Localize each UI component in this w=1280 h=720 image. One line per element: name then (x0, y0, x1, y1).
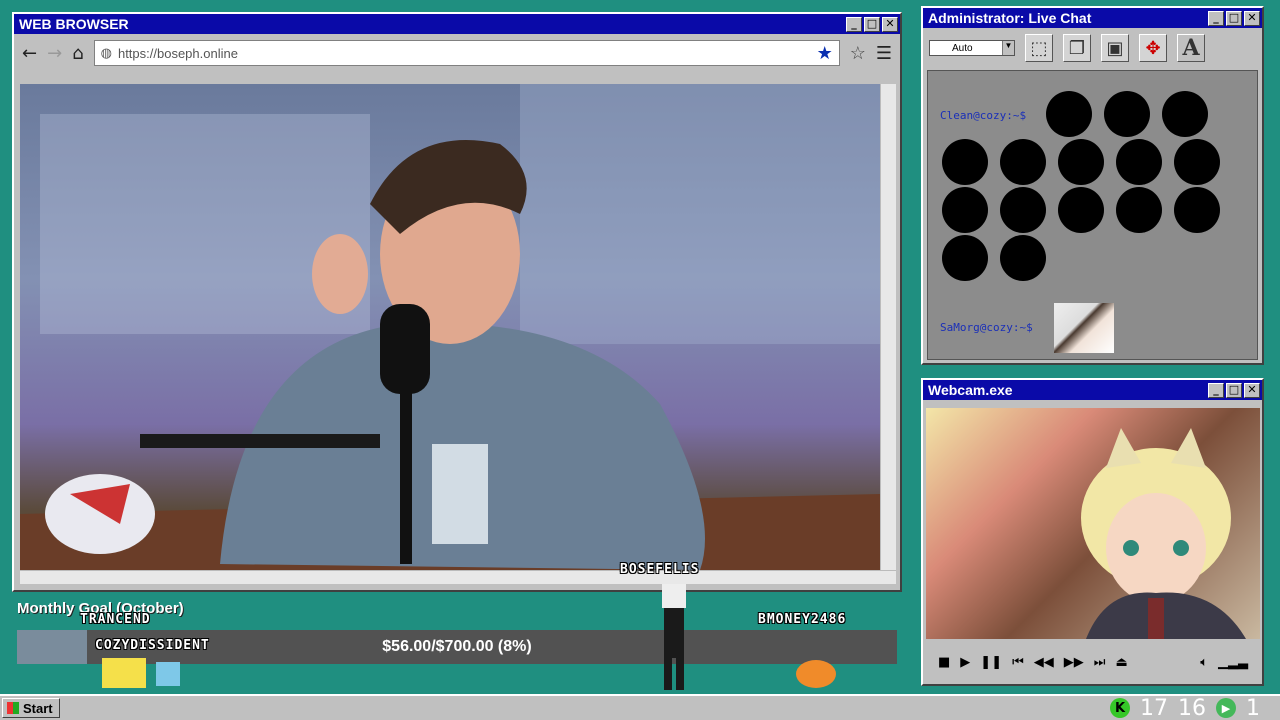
kick-icon: K (1110, 698, 1130, 718)
stop-icon[interactable]: ■ (938, 655, 950, 670)
url-bar[interactable]: ◍ https://boseph.online ★ (93, 40, 840, 66)
vtuber-avatar (1081, 428, 1246, 639)
play-icon: ▶ (1216, 698, 1236, 718)
favorite-icon[interactable]: ☆ (850, 43, 866, 64)
rewind-icon[interactable]: ◀◀ (1034, 655, 1054, 670)
chat-toolbar: Auto ▼ ⬚ ❐ ▣ ✥ A (923, 28, 1262, 68)
url-text: https://boseph.online (117, 45, 238, 61)
close-button[interactable]: ✕ (1244, 382, 1260, 398)
copy-icon[interactable]: ❐ (1063, 34, 1091, 62)
avatar (1000, 187, 1046, 233)
maximize-button[interactable]: □ (1226, 382, 1242, 398)
avatar (1116, 139, 1162, 185)
webcam-titlebar[interactable]: Webcam.exe _ □ ✕ (923, 380, 1262, 400)
video-frame (20, 84, 880, 570)
webcam-title: Webcam.exe (928, 382, 1013, 398)
auto-select-value: Auto (952, 42, 973, 54)
forward-icon[interactable]: → (47, 43, 62, 64)
chat-area: Clean@cozy:~$ SaMorg@cozy:~$ (927, 70, 1258, 360)
avatar (1058, 139, 1104, 185)
taskbar: Start K 17 16 ▶ 1 (0, 694, 1280, 720)
horizontal-scrollbar[interactable] (20, 570, 896, 584)
windows-logo-icon (7, 702, 19, 714)
video-viewport[interactable] (20, 84, 880, 570)
minimize-button[interactable]: _ (846, 16, 862, 32)
move-icon[interactable]: ✥ (1139, 34, 1167, 62)
browser-title: WEB BROWSER (19, 16, 129, 32)
ninja-sprite (662, 584, 686, 690)
avatar (942, 187, 988, 233)
paste-icon[interactable]: ▣ (1101, 34, 1129, 62)
avatar (1116, 187, 1162, 233)
count-a: 17 (1140, 695, 1168, 720)
avatar (1174, 187, 1220, 233)
auto-select[interactable]: Auto ▼ (929, 40, 1015, 56)
maximize-button[interactable]: □ (1226, 10, 1242, 26)
viewer-name: TRANCEND (80, 612, 151, 627)
globe-icon: ◍ (100, 45, 112, 61)
close-button[interactable]: ✕ (882, 16, 898, 32)
menu-icon[interactable]: ☰ (876, 43, 892, 64)
minimize-button[interactable]: _ (1208, 382, 1224, 398)
maximize-button[interactable]: □ (864, 16, 880, 32)
live-chat-window: Administrator: Live Chat _ □ ✕ Auto ▼ ⬚ … (921, 6, 1264, 365)
viewer-name: BOSEFELIS (620, 562, 700, 577)
eject-icon[interactable]: ⏏ (1116, 655, 1128, 670)
webcam-window: Webcam.exe _ □ ✕ ■ ▶ ❚❚ ⏮ ◀◀ ▶▶ ⏭ ⏏ 🔈︎ ▁… (921, 378, 1264, 686)
avatar (1162, 91, 1208, 137)
viewer-name: BMONEY2486 (758, 612, 847, 627)
skip-back-icon[interactable]: ⏮ (1012, 655, 1024, 670)
home-icon[interactable]: ⌂ (72, 43, 83, 64)
webcam-feed (926, 408, 1260, 639)
close-button[interactable]: ✕ (1244, 10, 1260, 26)
volume-slider[interactable]: ▁▂▃ (1218, 655, 1248, 670)
pikachu-sprite (102, 658, 180, 688)
count-c: 1 (1246, 695, 1260, 720)
play-icon[interactable]: ▶ (960, 655, 970, 670)
avatar (1104, 91, 1150, 137)
count-b: 16 (1178, 695, 1206, 720)
volume-icon[interactable]: 🔈︎ (1200, 655, 1208, 670)
media-controls: ■ ▶ ❚❚ ⏮ ◀◀ ▶▶ ⏭ ⏏ 🔈︎ ▁▂▃ (926, 642, 1260, 682)
avatar (1054, 303, 1114, 353)
avatar (1058, 187, 1104, 233)
font-icon[interactable]: A (1177, 34, 1205, 62)
skip-forward-icon[interactable]: ⏭ (1094, 655, 1106, 670)
browser-titlebar[interactable]: WEB BROWSER _ □ ✕ (14, 14, 900, 34)
start-label: Start (23, 700, 53, 716)
crab-sprite (796, 660, 836, 688)
chat-title: Administrator: Live Chat (928, 10, 1092, 26)
fast-forward-icon[interactable]: ▶▶ (1064, 655, 1084, 670)
bookmark-star-icon[interactable]: ★ (817, 43, 833, 64)
minimize-button[interactable]: _ (1208, 10, 1224, 26)
browser-navbar: ← → ⌂ ◍ https://boseph.online ★ ☆ ☰ (14, 34, 900, 72)
avatar (1046, 91, 1092, 137)
chat-user-samorg: SaMorg@cozy:~$ (940, 321, 1033, 334)
avatar (1174, 139, 1220, 185)
chevron-down-icon: ▼ (1002, 41, 1014, 55)
system-tray: K 17 16 ▶ 1 (1110, 696, 1260, 720)
avatar (942, 235, 988, 281)
browser-window: WEB BROWSER _ □ ✕ ← → ⌂ ◍ https://boseph… (12, 12, 902, 592)
avatar (1000, 139, 1046, 185)
avatar (1000, 235, 1046, 281)
chat-titlebar[interactable]: Administrator: Live Chat _ □ ✕ (923, 8, 1262, 28)
chat-user-clean: Clean@cozy:~$ (940, 109, 1027, 122)
avatar (942, 139, 988, 185)
back-icon[interactable]: ← (22, 43, 37, 64)
vertical-scrollbar[interactable] (880, 84, 896, 570)
start-button[interactable]: Start (2, 698, 60, 718)
pause-icon[interactable]: ❚❚ (980, 655, 1002, 670)
select-icon[interactable]: ⬚ (1025, 34, 1053, 62)
